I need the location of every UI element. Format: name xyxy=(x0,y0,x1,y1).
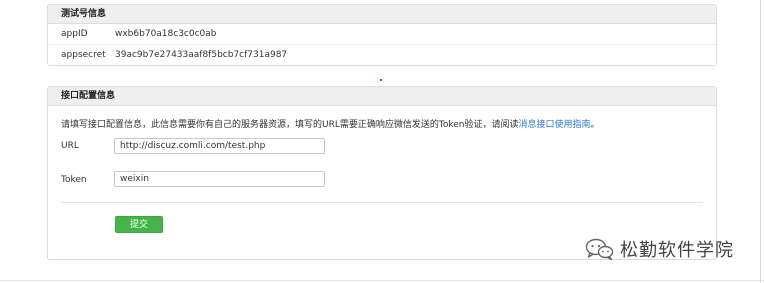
test-account-panel: 测试号信息 appID wxb6b70a18c3c0c0ab appsecret… xyxy=(47,4,717,66)
appsecret-label: appsecret xyxy=(61,50,106,60)
form-divider xyxy=(61,202,703,203)
appid-row: appID wxb6b70a18c3c0c0ab xyxy=(48,24,716,44)
config-description-end: 。 xyxy=(590,120,600,130)
appid-label: appID xyxy=(61,29,88,39)
url-label: URL xyxy=(61,141,79,151)
config-description: 请填写接口配置信息，此信息需要你有自己的服务器资源，填写的URL需要正确响应微信… xyxy=(61,117,600,130)
token-input[interactable] xyxy=(114,171,325,187)
message-api-guide-link[interactable]: 消息接口使用指南 xyxy=(518,120,590,130)
wechat-icon xyxy=(585,237,615,261)
watermark-text: 松勤软件学院 xyxy=(620,240,734,261)
window-border-bottom xyxy=(0,280,764,281)
config-description-text: 请填写接口配置信息，此信息需要你有自己的服务器资源，填写的URL需要正确响应微信… xyxy=(61,120,519,130)
token-label: Token xyxy=(61,175,87,185)
appsecret-value: 39ac9b7e27433aaf8f5bcb7cf731a987 xyxy=(115,50,288,60)
watermark: 松勤软件学院 xyxy=(585,236,734,262)
submit-button[interactable]: 提交 xyxy=(115,216,163,233)
url-input[interactable] xyxy=(114,138,325,154)
interface-config-header: 接口配置信息 xyxy=(48,87,716,106)
interface-config-panel: 接口配置信息 请填写接口配置信息，此信息需要你有自己的服务器资源，填写的URL需… xyxy=(47,86,717,260)
appsecret-row: appsecret 39ac9b7e27433aaf8f5bcb7cf731a9… xyxy=(48,44,716,65)
appid-value: wxb6b70a18c3c0c0ab xyxy=(115,29,217,39)
test-account-header: 测试号信息 xyxy=(48,5,716,24)
window-border-right xyxy=(760,0,761,283)
stray-dot xyxy=(380,79,382,81)
